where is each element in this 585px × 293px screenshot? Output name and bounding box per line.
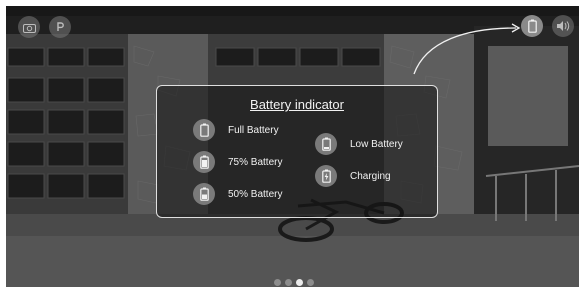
parking-icon[interactable] [49,16,71,38]
battery-75-icon [193,151,215,173]
battery-low-icon [315,133,337,155]
legend-item-low-battery: Low Battery [315,133,403,155]
legend-label: Low Battery [350,138,403,150]
battery-indicator-panel: Battery indicator Full Battery 75% Batte… [156,85,438,218]
legend-label: Full Battery [228,124,279,136]
page-dot[interactable] [285,279,292,286]
pagination-dots [274,279,314,286]
legend-item-full-battery: Full Battery [193,119,279,141]
page-dot[interactable] [307,279,314,286]
legend-item-75-battery: 75% Battery [193,151,282,173]
battery-icon[interactable] [521,15,543,37]
legend-label: Charging [350,170,391,182]
camera-icon[interactable] [18,16,40,38]
battery-full-icon [193,119,215,141]
page-dot[interactable] [274,279,281,286]
legend-label: 50% Battery [228,188,283,200]
legend-label: 75% Battery [228,156,283,168]
battery-charging-icon [315,165,337,187]
page-dot-active[interactable] [296,279,303,286]
panel-title: Battery indicator [250,97,344,112]
volume-icon[interactable] [552,15,574,37]
battery-50-icon [193,183,215,205]
legend-item-50-battery: 50% Battery [193,183,282,205]
camera-view: Battery indicator Full Battery 75% Batte… [6,6,579,287]
legend-item-charging: Charging [315,165,391,187]
